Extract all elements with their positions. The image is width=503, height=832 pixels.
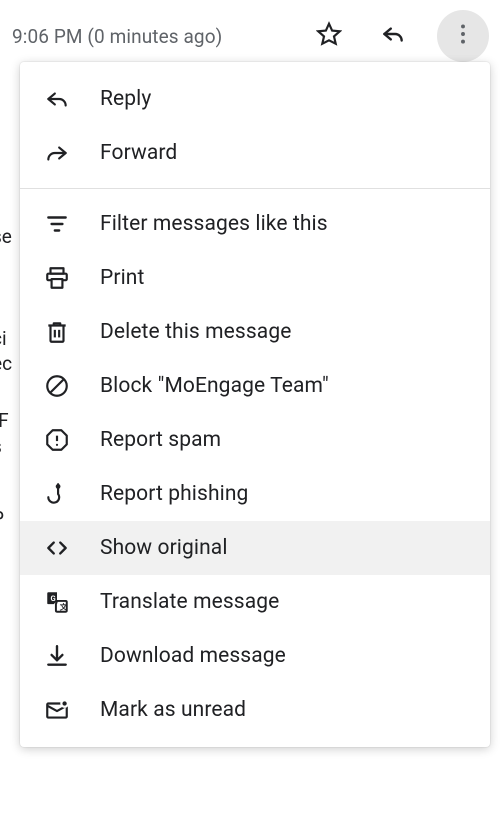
block-icon — [44, 373, 70, 399]
timestamp: 9:06 PM (0 minutes ago) — [12, 25, 222, 48]
menu-item-phishing[interactable]: Report phishing — [20, 467, 490, 521]
translate-icon: G文 — [44, 589, 70, 615]
menu-item-label: Forward — [100, 141, 177, 165]
svg-text:文: 文 — [60, 602, 68, 612]
download-icon — [44, 643, 70, 669]
menu-item-label: Translate message — [100, 590, 279, 614]
bg-text-fragment: t se — [0, 198, 12, 249]
menu-item-reply[interactable]: Reply — [20, 72, 490, 126]
filter-icon — [44, 211, 70, 237]
spam-icon — [44, 427, 70, 453]
menu-item-label: Print — [100, 266, 144, 290]
menu-divider — [20, 188, 490, 189]
menu-item-label: Mark as unread — [100, 698, 246, 722]
reply-icon — [44, 86, 70, 112]
menu-item-label: Delete this message — [100, 320, 291, 344]
menu-item-download[interactable]: Download message — [20, 629, 490, 683]
menu-item-label: Block "MoEngage Team" — [100, 374, 329, 398]
bg-text-fragment: P — [0, 506, 4, 532]
more-button[interactable] — [437, 10, 489, 62]
menu-item-print[interactable]: Print — [20, 251, 490, 305]
menu-item-delete[interactable]: Delete this message — [20, 305, 490, 359]
menu-item-mark-unread[interactable]: Mark as unread — [20, 683, 490, 737]
code-icon — [44, 535, 70, 561]
header-actions — [309, 10, 489, 62]
menu-item-label: Show original — [100, 536, 228, 560]
phishing-icon — [44, 481, 70, 507]
star-button[interactable] — [309, 16, 349, 56]
message-more-menu: Reply Forward Filter messages like this … — [20, 62, 490, 747]
message-header-bar: 9:06 PM (0 minutes ago) — [0, 0, 503, 70]
reply-arrow-icon — [380, 21, 406, 51]
print-icon — [44, 265, 70, 291]
star-outline-icon — [316, 21, 342, 51]
bg-text-fragment: t ci ec — [0, 300, 12, 377]
menu-item-block[interactable]: Block "MoEngage Team" — [20, 359, 490, 413]
menu-item-filter[interactable]: Filter messages like this — [20, 197, 490, 251]
menu-item-label: Report spam — [100, 428, 221, 452]
menu-item-label: Reply — [100, 87, 151, 111]
bg-text-fragment: "F s — [0, 408, 9, 459]
menu-item-forward[interactable]: Forward — [20, 126, 490, 180]
menu-item-translate[interactable]: G文 Translate message — [20, 575, 490, 629]
more-vertical-icon — [450, 21, 476, 51]
menu-item-label: Filter messages like this — [100, 212, 328, 236]
reply-button[interactable] — [373, 16, 413, 56]
menu-item-label: Report phishing — [100, 482, 248, 506]
mark-unread-icon — [44, 697, 70, 723]
menu-item-spam[interactable]: Report spam — [20, 413, 490, 467]
menu-item-show-original[interactable]: Show original — [20, 521, 490, 575]
menu-item-label: Download message — [100, 644, 286, 668]
forward-icon — [44, 140, 70, 166]
svg-text:G: G — [51, 594, 56, 603]
trash-icon — [44, 319, 70, 345]
